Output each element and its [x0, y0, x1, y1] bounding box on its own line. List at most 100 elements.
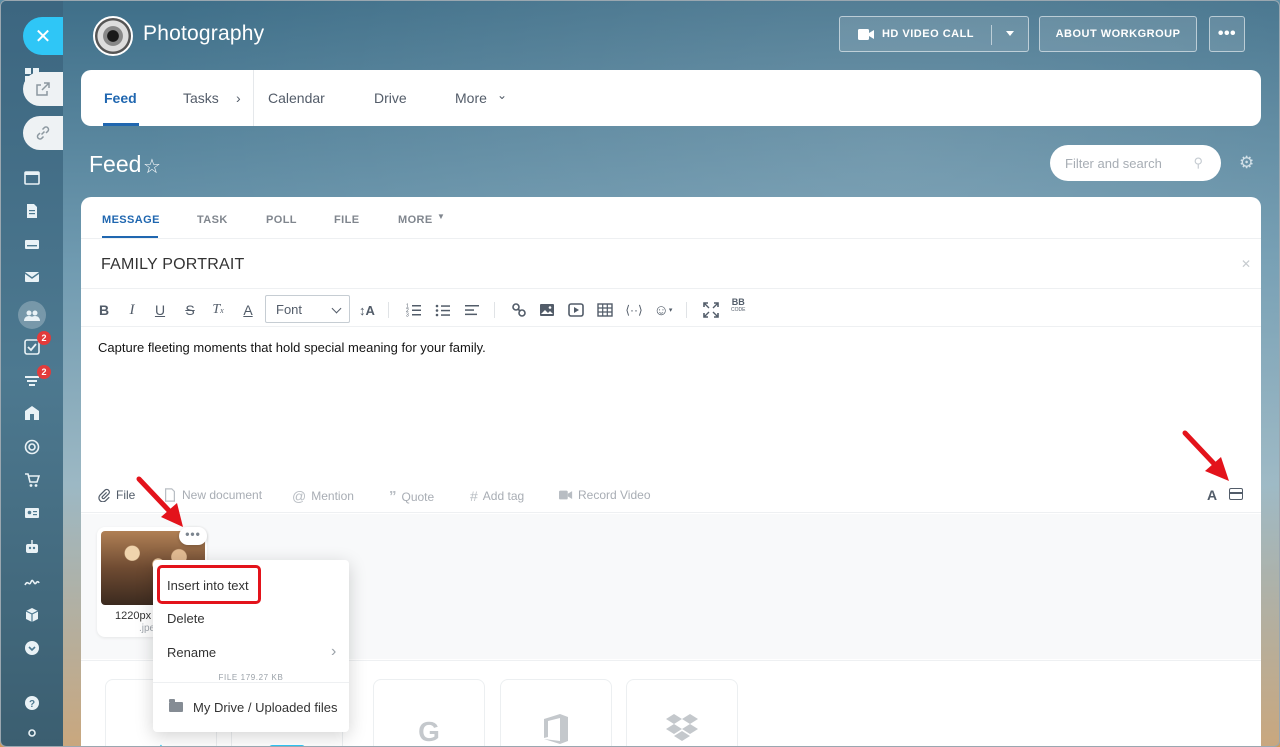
- close-slider-button[interactable]: ✕: [23, 17, 63, 55]
- tab-drive[interactable]: Drive: [374, 90, 407, 106]
- tab-feed[interactable]: Feed: [104, 90, 137, 106]
- company-icon[interactable]: [22, 403, 42, 423]
- record-video-label: Record Video: [578, 488, 651, 502]
- dropbox-tile[interactable]: [626, 679, 738, 747]
- tab-task[interactable]: TASK: [197, 214, 228, 226]
- font-size-button[interactable]: ↕A: [357, 300, 377, 320]
- file-actions-button[interactable]: •••: [179, 527, 207, 545]
- about-workgroup-button[interactable]: ABOUT WORKGROUP: [1039, 16, 1197, 52]
- insert-code-button[interactable]: ⟨··⟩: [624, 300, 644, 320]
- message-body-editor[interactable]: Capture fleeting moments that hold speci…: [98, 340, 486, 355]
- filter-search-input[interactable]: Filter and search ⚲: [1050, 145, 1221, 181]
- calendar-icon[interactable]: [22, 167, 42, 187]
- svg-text:3: 3: [406, 313, 409, 319]
- underline-button[interactable]: U: [150, 300, 170, 320]
- tab-more-types[interactable]: MORE: [398, 214, 433, 226]
- rename-menu-item[interactable]: Rename: [167, 643, 337, 661]
- dropbox-icon: [666, 713, 698, 747]
- file-name: 1220px: [115, 610, 152, 622]
- bullet-list-button[interactable]: [433, 300, 453, 320]
- chevron-down-circle-icon[interactable]: [22, 638, 42, 658]
- star-icon[interactable]: ☆: [143, 154, 161, 179]
- quote-button[interactable]: ” Quote: [389, 488, 434, 505]
- upload-arrow-icon: ↑: [156, 739, 166, 747]
- hd-video-call-button[interactable]: HD VIDEO CALL: [839, 16, 1029, 52]
- help-icon[interactable]: ?: [22, 693, 42, 713]
- align-button[interactable]: [462, 300, 482, 320]
- text-color-button[interactable]: A: [238, 300, 258, 320]
- toolbar-divider: [686, 302, 687, 318]
- font-select[interactable]: Font: [265, 295, 350, 323]
- video-icon: [568, 303, 584, 317]
- table-icon: [597, 303, 613, 317]
- close-icon[interactable]: ✕: [1241, 257, 1251, 271]
- insert-video-button[interactable]: [566, 300, 586, 320]
- attach-file-button[interactable]: File: [97, 488, 135, 502]
- open-in-new-window-button[interactable]: [23, 72, 63, 106]
- target-icon[interactable]: [22, 437, 42, 457]
- toolbar-divider: [388, 302, 389, 318]
- google-drive-tile[interactable]: G: [373, 679, 485, 746]
- signature-icon[interactable]: [22, 571, 42, 591]
- fullscreen-button[interactable]: [701, 300, 721, 320]
- document-icon[interactable]: [22, 201, 42, 221]
- italic-button[interactable]: I: [122, 300, 142, 320]
- delete-menu-item[interactable]: Delete: [167, 611, 205, 626]
- tab-more[interactable]: More: [455, 90, 487, 106]
- insert-link-button[interactable]: [509, 300, 529, 320]
- settings-small-icon[interactable]: [22, 723, 42, 743]
- tab-message[interactable]: MESSAGE: [102, 214, 160, 226]
- new-document-button[interactable]: New document: [163, 488, 262, 502]
- box-icon[interactable]: [22, 605, 42, 625]
- align-left-icon: [465, 305, 479, 316]
- insert-image-button[interactable]: [537, 300, 557, 320]
- at-sign-icon: @: [292, 488, 307, 504]
- contact-card-icon[interactable]: [22, 503, 42, 523]
- caret-down-icon[interactable]: ▼: [437, 212, 445, 221]
- office-tile[interactable]: [500, 679, 612, 746]
- file-location-menu-item[interactable]: My Drive / Uploaded files: [193, 700, 338, 715]
- tasks-badge: 2: [37, 331, 51, 345]
- panel-toggle-icon[interactable]: [1229, 488, 1243, 500]
- clear-format-button[interactable]: Tx: [208, 300, 228, 320]
- robot-icon[interactable]: [22, 537, 42, 557]
- insert-into-text-highlight: [157, 565, 261, 604]
- file-size-label: FILE 179.27 KB: [218, 673, 284, 682]
- tab-tasks[interactable]: Tasks: [183, 90, 219, 106]
- group-avatar: [93, 16, 133, 56]
- groups-icon[interactable]: [18, 301, 46, 329]
- mail-icon[interactable]: [22, 267, 42, 287]
- nav-divider: [253, 70, 254, 126]
- svg-text:?: ?: [29, 699, 35, 710]
- divider: [153, 682, 349, 683]
- mention-button[interactable]: @ Mention: [292, 488, 354, 504]
- link-icon: [512, 303, 526, 317]
- chevron-down-icon[interactable]: [1006, 31, 1014, 36]
- strikethrough-button[interactable]: S: [180, 300, 200, 320]
- insert-table-button[interactable]: [595, 300, 615, 320]
- attach-file-label: File: [116, 488, 136, 502]
- search-icon[interactable]: ⚲: [1193, 155, 1203, 171]
- numbered-list-button[interactable]: 123: [404, 300, 424, 320]
- add-tag-button[interactable]: # Add tag: [470, 488, 524, 504]
- more-options-button[interactable]: •••: [1209, 16, 1245, 52]
- chevron-down-icon[interactable]: ⌄: [497, 88, 507, 102]
- tab-file[interactable]: FILE: [334, 214, 359, 226]
- cart-icon[interactable]: [22, 470, 42, 490]
- drive-icon[interactable]: [22, 234, 42, 254]
- emoji-button[interactable]: ☺ ▾: [653, 300, 673, 320]
- tab-calendar[interactable]: Calendar: [268, 90, 325, 106]
- tab-poll[interactable]: POLL: [266, 214, 297, 226]
- record-video-button[interactable]: Record Video: [559, 488, 651, 502]
- copy-link-button[interactable]: [23, 116, 63, 150]
- group-nav-bar: Feed Tasks › Calendar Drive More ⌄: [81, 70, 1261, 126]
- split-divider: [991, 25, 992, 45]
- bold-button[interactable]: B: [94, 300, 114, 320]
- formatting-toggle-button[interactable]: A: [1207, 487, 1217, 503]
- fullscreen-icon: [703, 302, 719, 318]
- gear-icon[interactable]: ⚙: [1239, 153, 1254, 173]
- bbcode-button[interactable]: BB CODE: [731, 298, 745, 314]
- add-tag-label: Add tag: [482, 489, 525, 503]
- subject-field[interactable]: FAMILY PORTRAIT: [101, 256, 244, 274]
- chevron-right-icon[interactable]: ›: [236, 90, 241, 106]
